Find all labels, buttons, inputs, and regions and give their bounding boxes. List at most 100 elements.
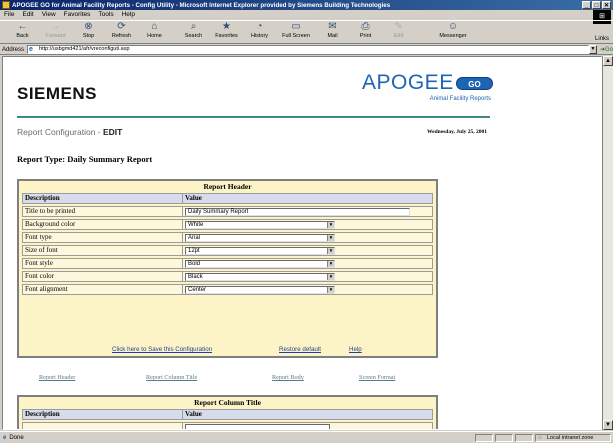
page-title: Report Configuration - EDIT bbox=[17, 127, 123, 137]
forward-arrow-icon: → bbox=[50, 21, 61, 32]
favorites-icon: ★ bbox=[222, 21, 231, 32]
page-done-icon: e bbox=[3, 434, 7, 441]
refresh-icon: ⟳ bbox=[117, 21, 126, 32]
go-button[interactable]: ➜Go bbox=[600, 46, 613, 53]
title-to-print-input[interactable]: Daily Summary Report bbox=[185, 208, 410, 216]
table-header-row: Description Value bbox=[22, 193, 433, 204]
search-button[interactable]: ⌕ Search bbox=[177, 21, 210, 43]
font-color-select[interactable]: Black ▼ bbox=[185, 273, 335, 281]
table-row: Size of font 12pt ▼ bbox=[22, 245, 433, 256]
full-screen-button[interactable]: ▭ Full Screen bbox=[276, 21, 316, 43]
menu-help[interactable]: Help bbox=[122, 11, 135, 18]
current-date: Wednesday, July 25, 2001 bbox=[426, 129, 487, 135]
menu-favorites[interactable]: Favorites bbox=[64, 11, 91, 18]
address-label: Address bbox=[2, 46, 25, 53]
chevron-down-icon: ▼ bbox=[327, 235, 334, 241]
nav-report-body[interactable]: Report Body bbox=[272, 374, 304, 381]
home-icon: ⌂ bbox=[151, 21, 158, 32]
apogee-logo: APOGEE bbox=[362, 71, 454, 94]
address-dropdown-icon[interactable]: ▼ bbox=[588, 45, 597, 54]
favorites-button[interactable]: ★ Favorites bbox=[210, 21, 243, 43]
search-icon: ⌕ bbox=[190, 21, 197, 32]
history-button[interactable]: ◔ History bbox=[243, 21, 276, 43]
window-title: APOGEE GO for Animal Facility Reports - … bbox=[12, 1, 391, 9]
font-style-select[interactable]: Bold ▼ bbox=[185, 260, 335, 268]
address-bar: Address e http://usbgmd421/afr/vreconfig… bbox=[0, 45, 613, 55]
print-icon: ⎙ bbox=[361, 21, 370, 32]
nav-report-header[interactable]: Report Header bbox=[39, 374, 75, 381]
edit-icon: ✎ bbox=[394, 21, 403, 32]
address-input[interactable]: e http://usbgmd421/afr/vreconfiguti.asp bbox=[27, 45, 589, 54]
table-header-row: Description Value bbox=[22, 409, 433, 420]
history-icon: ◔ bbox=[256, 21, 263, 32]
full-screen-icon: ▭ bbox=[291, 21, 301, 32]
column-title-input[interactable] bbox=[185, 424, 330, 429]
table-row: Background color White ▼ bbox=[22, 219, 433, 230]
mail-icon: ✉ bbox=[328, 21, 337, 32]
table-row: Title to be printed Daily Summary Report bbox=[22, 206, 433, 217]
title-bar: APOGEE GO for Animal Facility Reports - … bbox=[0, 0, 613, 10]
status-bar: e Done ⌂ Local intranet zone bbox=[0, 431, 613, 443]
chevron-down-icon: ▼ bbox=[327, 261, 334, 267]
ie-page-icon: e bbox=[29, 46, 33, 53]
menu-file[interactable]: File bbox=[4, 11, 14, 18]
font-size-select[interactable]: 12pt ▼ bbox=[185, 247, 335, 255]
table-row: Font color Black ▼ bbox=[22, 271, 433, 282]
status-done: e Done bbox=[3, 434, 24, 441]
report-column-title-panel: Report Column Title Description Value bbox=[17, 395, 438, 429]
browser-window: APOGEE GO for Animal Facility Reports - … bbox=[0, 0, 613, 443]
messenger-button[interactable]: ☺ Messenger bbox=[425, 21, 481, 43]
report-header-panel: Report Header Description Value Title to… bbox=[17, 179, 438, 358]
address-url: http://usbgmd421/afr/vreconfiguti.asp bbox=[39, 46, 130, 52]
scroll-down-icon[interactable]: ▼ bbox=[603, 420, 613, 430]
standard-toolbar: ← Back → Forward ⊗ Stop ⟳ Refresh ⌂ Home ⌕ Sea… bbox=[0, 20, 613, 44]
refresh-button[interactable]: ⟳ Refresh bbox=[105, 21, 138, 43]
page-viewport: SIEMENS APOGEE GO Animal Facility Report… bbox=[2, 56, 602, 430]
background-color-select[interactable]: White ▼ bbox=[185, 221, 335, 229]
home-button[interactable]: ⌂ Home bbox=[138, 21, 171, 43]
back-arrow-icon: ← bbox=[17, 21, 28, 32]
minimize-button[interactable]: _ bbox=[582, 1, 591, 9]
maximize-button[interactable]: □ bbox=[592, 1, 601, 9]
stop-button[interactable]: ⊗ Stop bbox=[72, 21, 105, 43]
column-value: Value bbox=[182, 410, 202, 419]
back-button[interactable]: ← Back bbox=[6, 21, 39, 43]
security-zone: ⌂ Local intranet zone bbox=[535, 434, 611, 442]
messenger-icon: ☺ bbox=[447, 21, 459, 32]
font-type-select[interactable]: Arial ▼ bbox=[185, 234, 335, 242]
stop-icon: ⊗ bbox=[84, 21, 93, 32]
forward-button[interactable]: → Forward bbox=[39, 21, 72, 43]
menu-bar: File Edit View Favorites Tools Help ⊞ bbox=[0, 10, 613, 24]
mail-button[interactable]: ✉ Mail bbox=[316, 21, 349, 43]
menu-tools[interactable]: Tools bbox=[98, 11, 113, 18]
print-button[interactable]: ⎙ Print bbox=[349, 21, 382, 43]
font-alignment-select[interactable]: Center ▼ bbox=[185, 286, 335, 294]
nav-report-column-title[interactable]: Report Column Title bbox=[146, 374, 197, 381]
report-header-title: Report Header bbox=[203, 182, 252, 191]
chevron-down-icon: ▼ bbox=[327, 274, 334, 280]
report-type-heading: Report Type: Daily Summary Report bbox=[17, 154, 153, 164]
status-cells bbox=[475, 434, 533, 442]
scroll-up-icon[interactable]: ▲ bbox=[603, 56, 613, 66]
column-description: Description bbox=[25, 194, 60, 202]
table-row: Font type Arial ▼ bbox=[22, 232, 433, 243]
app-icon bbox=[2, 1, 10, 9]
chevron-down-icon: ▼ bbox=[327, 287, 334, 293]
header-divider bbox=[17, 116, 490, 118]
report-column-title-heading: Report Column Title bbox=[194, 398, 261, 407]
nav-screen-format[interactable]: Screen Format bbox=[359, 374, 395, 381]
siemens-logo: SIEMENS bbox=[17, 84, 98, 103]
links-toolbar-label[interactable]: Links bbox=[595, 36, 609, 42]
table-row: Font alignment Center ▼ bbox=[22, 284, 433, 295]
vertical-scrollbar[interactable]: ▲ ▼ bbox=[602, 56, 613, 430]
edit-button[interactable]: ✎ Edit bbox=[382, 21, 415, 43]
intranet-zone-icon: ⌂ bbox=[538, 435, 542, 441]
product-subtitle: Animal Facility Reports bbox=[429, 96, 491, 102]
menu-view[interactable]: View bbox=[42, 11, 56, 18]
save-configuration-link[interactable]: Click here to Save this Configuration bbox=[112, 346, 212, 353]
menu-edit[interactable]: Edit bbox=[22, 11, 33, 18]
close-button[interactable]: ✕ bbox=[602, 1, 611, 9]
restore-default-link[interactable]: Restore default bbox=[279, 346, 321, 353]
column-description: Description bbox=[25, 410, 60, 418]
help-link[interactable]: Help bbox=[349, 346, 362, 353]
